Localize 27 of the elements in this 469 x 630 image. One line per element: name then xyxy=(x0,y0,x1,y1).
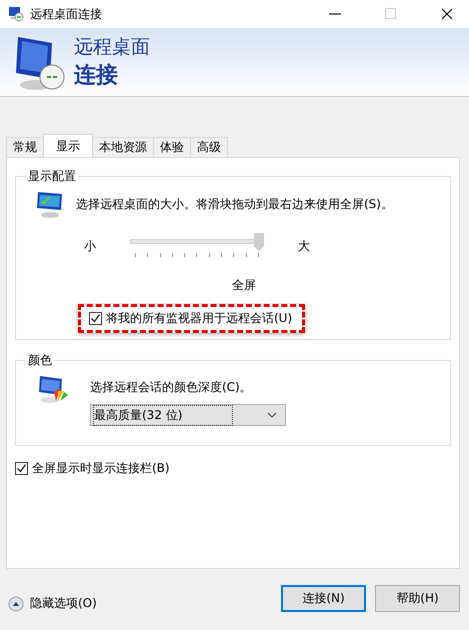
header-subtitle: 连接 xyxy=(74,62,119,90)
slider-reading: 全屏 xyxy=(232,278,256,292)
connection-bar-checkbox[interactable]: 全屏显示时显示连接栏(B) xyxy=(15,460,451,477)
monitors-checkbox[interactable]: 将我的所有监视器用于远程会话(U) xyxy=(89,310,292,327)
header-title: 远程桌面 xyxy=(74,35,150,60)
check-icon xyxy=(90,313,101,324)
app-icon xyxy=(8,6,24,22)
tab[interactable]: 常规 xyxy=(6,137,44,157)
dialog-button[interactable]: 连接(N) xyxy=(281,585,366,612)
description-text: 选择远程桌面的大小。将滑块拖动到最右边来使用全屏(S)。 xyxy=(76,196,393,212)
group-title: 颜色 xyxy=(27,352,53,369)
description-text: 选择远程会话的颜色深度(C)。 xyxy=(90,379,253,396)
collapse-icon xyxy=(8,596,24,612)
window-title: 远程桌面连接 xyxy=(30,6,102,22)
tab[interactable]: 高级 xyxy=(190,137,228,157)
size-slider[interactable] xyxy=(130,233,264,259)
hide-options-button[interactable]: 隐藏选项(O) xyxy=(8,595,97,612)
slider-max-label: 大 xyxy=(298,238,310,254)
palette-monitor-icon xyxy=(38,373,70,405)
tab[interactable]: 显示 xyxy=(43,134,93,157)
dialog-button[interactable]: 帮助(H) xyxy=(375,585,460,612)
slider-min-label: 小 xyxy=(84,238,96,254)
close-icon[interactable] xyxy=(441,8,453,20)
chevron-down-icon xyxy=(267,412,277,418)
group-title: 显示配置 xyxy=(27,168,77,185)
check-icon xyxy=(16,463,27,474)
color-depth-dropdown[interactable]: 最高质量(32 位) xyxy=(90,404,286,426)
